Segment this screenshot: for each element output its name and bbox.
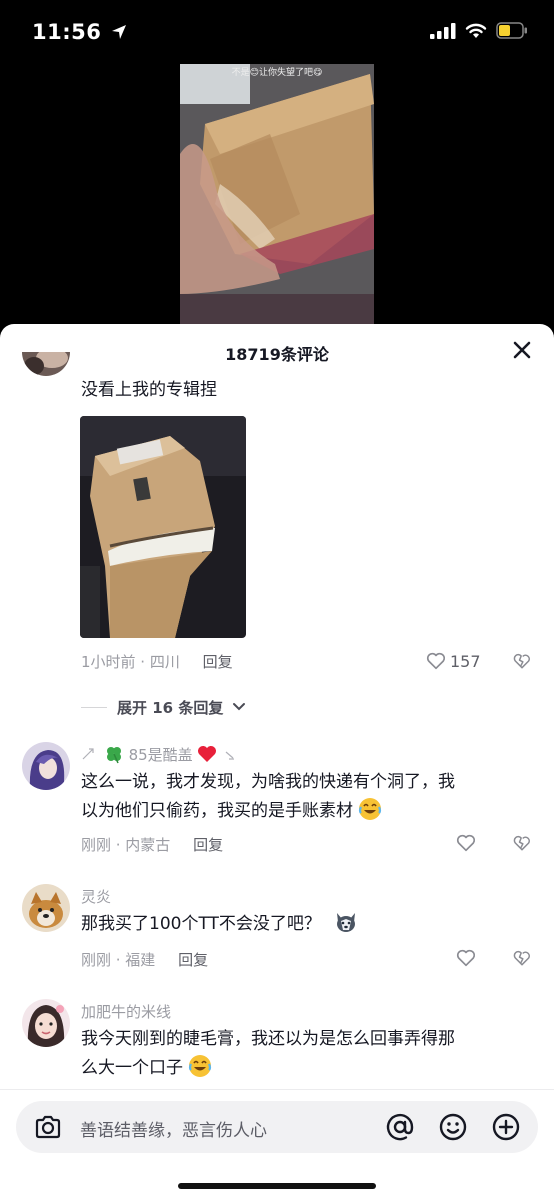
husky-emoji-icon (337, 913, 356, 932)
status-time-text: 11:56 (32, 20, 102, 44)
input-placeholder: 善语结善缘，恶言伤人心 (80, 1121, 267, 1141)
comment-input[interactable]: 善语结善缘，恶言伤人心 (16, 1101, 538, 1153)
expand-replies-button[interactable]: 展开 16 条回复 (117, 697, 246, 718)
comment-time-location: 刚刚 · 福建 (81, 951, 156, 969)
avatar-image (22, 999, 70, 1047)
expand-replies-label: 展开 16 条回复 (117, 699, 224, 717)
reply-button[interactable]: 回复 (193, 836, 223, 854)
comment-time-location: 刚刚 · 内蒙古 (81, 836, 171, 854)
laugh-cry-emoji-icon (189, 1055, 212, 1077)
cellular-signal-icon (430, 22, 456, 39)
battery-icon (496, 22, 527, 39)
avatar[interactable] (22, 884, 70, 932)
video-thumbnail-image (180, 64, 374, 326)
comment-image-package (80, 416, 246, 638)
status-icons (430, 22, 528, 39)
chevron-down-icon (232, 703, 245, 711)
comment-time-location: 1小时前 · 四川 (81, 653, 180, 671)
sheet-header: 18719条评论 (0, 324, 554, 378)
comment-text-line: 这么一说，我才发现，为啥我的快递有个洞了，我 (81, 772, 455, 792)
status-time: 11:56 (32, 20, 127, 44)
comment-text: 没看上我的专辑捏 (81, 380, 217, 400)
comment-text: 我今天刚到的睫毛膏，我还以为是怎么回事弄得那 么大一个口子 (81, 1025, 455, 1083)
comment-meta: 1小时前 · 四川 回复 (81, 651, 233, 672)
heart-icon[interactable] (455, 832, 477, 854)
home-indicator (178, 1183, 376, 1189)
laugh-cry-emoji-icon (359, 798, 382, 820)
video-caption: 不是😊让你失望了吧😋 (231, 68, 323, 78)
status-bar: 11:56 (0, 0, 554, 66)
comment-text-span: 以为他们只偷药，我买的是手账素材 (81, 801, 353, 821)
arrow-decoration-icon (82, 748, 94, 760)
clover-icon (106, 747, 121, 764)
avatar-image (22, 742, 70, 790)
plus-icon[interactable] (490, 1111, 522, 1143)
comment-sheet: 18719条评论 没看上我的专辑捏 1小时前 · 四川 回复 157 展开 16… (0, 324, 554, 1200)
camera-icon[interactable] (32, 1111, 64, 1143)
avatar[interactable] (22, 999, 70, 1047)
comment-count: 18719条评论 (225, 345, 329, 364)
comment-text: 那我买了100个TT不会没了吧？ (81, 910, 358, 939)
expand-divider (81, 707, 107, 708)
dislike-icon[interactable] (512, 948, 532, 968)
dislike-icon[interactable] (512, 833, 532, 853)
location-arrow-icon (112, 25, 127, 39)
comment-meta: 刚刚 · 福建 回复 (81, 949, 208, 970)
red-heart-icon (198, 746, 217, 762)
at-icon[interactable] (384, 1111, 416, 1143)
dislike-icon[interactable] (512, 651, 532, 671)
heart-icon[interactable] (425, 650, 447, 672)
comment-text-line: 我今天刚到的睫毛膏，我还以为是怎么回事弄得那 (81, 1029, 455, 1049)
close-icon[interactable] (510, 338, 534, 362)
comment-text: 这么一说，我才发现，为啥我的快递有个洞了，我 以为他们只偷药，我买的是手账素材 (81, 768, 455, 826)
username-text: 85是酷盖 (128, 746, 193, 764)
comment-username[interactable]: 85是酷盖 (81, 744, 236, 765)
comment-text-line: 以为他们只偷药，我买的是手账素材 (81, 797, 455, 826)
comment-text-span: 那我买了100个TT不会没了吧？ (81, 914, 321, 934)
avatar-image (22, 884, 70, 932)
like-count: 157 (450, 652, 481, 671)
comment-username[interactable]: 灵炎 (81, 886, 111, 907)
reply-button[interactable]: 回复 (203, 653, 233, 671)
comment-text-line: 么大一个口子 (81, 1054, 455, 1083)
arrow-tail-decoration-icon (225, 751, 235, 760)
comment-text-span: 么大一个口子 (81, 1058, 183, 1078)
comment-username[interactable]: 加肥牛的米线 (81, 1001, 171, 1022)
avatar[interactable] (22, 742, 70, 790)
heart-icon[interactable] (455, 947, 477, 969)
comment-image[interactable] (80, 416, 246, 638)
video-frame[interactable]: 不是😊让你失望了吧😋 (180, 64, 374, 326)
comment-meta: 刚刚 · 内蒙古 回复 (81, 834, 223, 855)
reply-button[interactable]: 回复 (178, 951, 208, 969)
wifi-icon (465, 23, 487, 38)
emoji-icon[interactable] (437, 1111, 469, 1143)
